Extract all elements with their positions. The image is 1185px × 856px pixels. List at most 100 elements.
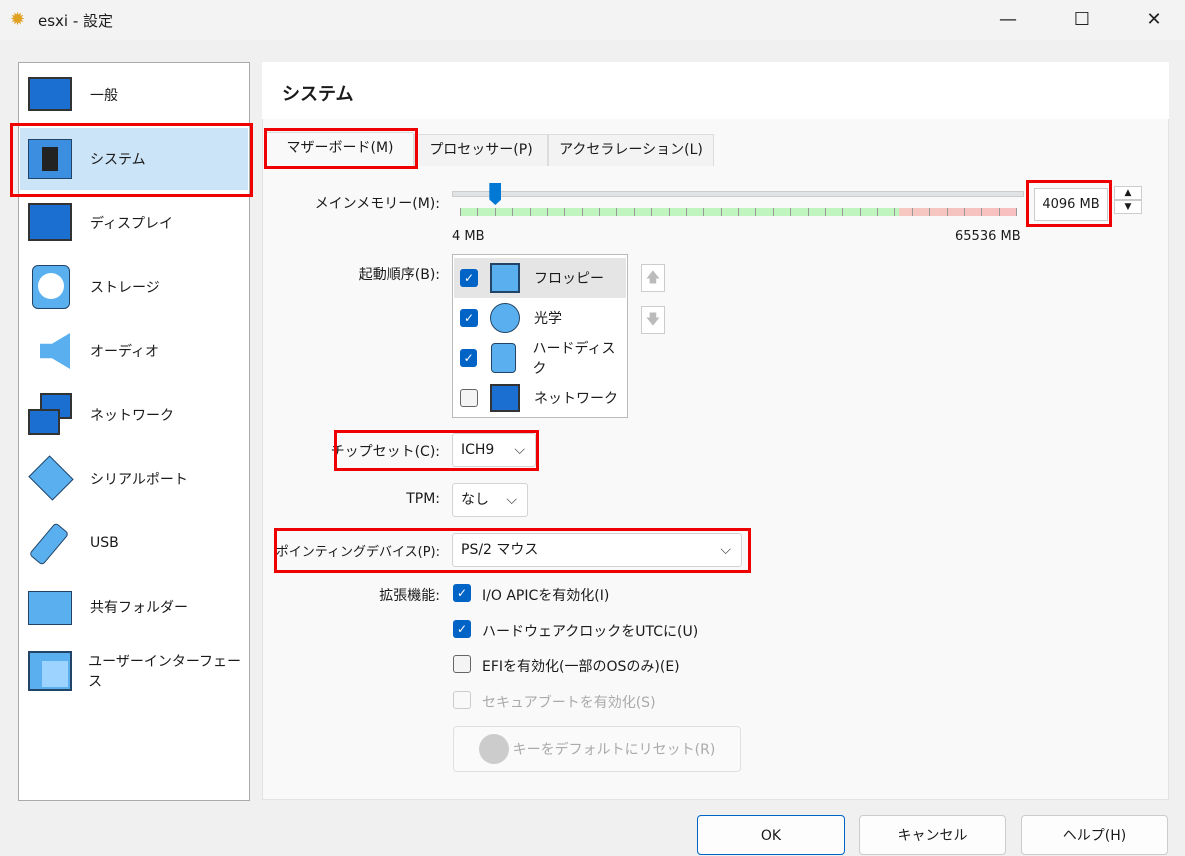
pointing-value: PS/2 マウス	[461, 542, 539, 558]
memory-up-button[interactable]: ▲	[1114, 186, 1142, 200]
slider-tick	[1016, 208, 1017, 216]
slider-tick	[703, 208, 705, 216]
sidebar-item-label: 共有フォルダー	[90, 600, 188, 616]
sidebar-item-shared-folders[interactable]: 共有フォルダー	[20, 576, 248, 638]
ui-icon	[26, 647, 72, 695]
secure-boot-checkbox	[453, 691, 471, 709]
slider-tick	[494, 208, 496, 216]
slider-tick	[616, 208, 618, 216]
slider-tick	[564, 208, 566, 216]
efi-checkbox[interactable]	[453, 655, 471, 673]
tpm-value: なし	[461, 492, 489, 508]
chevron-down-icon: ⌵	[506, 492, 517, 508]
boot-order-list[interactable]: ✓ フロッピー ✓ 光学 ✓ ハードディスク ネットワーク	[452, 254, 628, 418]
slider-tick	[963, 208, 965, 216]
slider-tick	[929, 208, 931, 216]
efi-label: EFIを有効化(一部のOSのみ)(E)	[482, 659, 680, 675]
slider-tick	[720, 208, 722, 216]
speaker-icon	[26, 327, 74, 375]
sidebar-item-label: USB	[90, 535, 119, 551]
memory-down-button[interactable]: ▼	[1114, 200, 1142, 214]
sidebar-item-label: ディスプレイ	[90, 216, 174, 232]
maximize-button[interactable]: ☐	[1062, 6, 1102, 34]
slider-tick	[529, 208, 531, 216]
slider-tick	[738, 208, 739, 216]
slider-tick	[651, 208, 653, 216]
extended-features-label: 拡張機能:	[379, 588, 440, 604]
checkbox[interactable]	[460, 389, 478, 407]
refresh-icon	[478, 734, 509, 764]
checkbox[interactable]: ✓	[460, 349, 478, 367]
slider-tick	[633, 208, 635, 216]
sidebar-item-network[interactable]: ネットワーク	[20, 384, 248, 446]
sidebar-item-display[interactable]: ディスプレイ	[20, 192, 248, 254]
slider-tick	[807, 208, 809, 216]
memory-slider-track[interactable]	[452, 191, 1024, 197]
sidebar-item-storage[interactable]: ストレージ	[20, 256, 248, 318]
boot-item-floppy[interactable]: ✓ フロッピー	[454, 258, 626, 298]
sidebar: 一般 システム ディスプレイ ストレージ オーディオ ネットワーク シリアルポー…	[18, 62, 250, 801]
cancel-button[interactable]: キャンセル	[859, 815, 1006, 855]
slider-tick	[824, 208, 826, 216]
io-apic-checkbox[interactable]: ✓	[453, 584, 471, 602]
network-icon	[490, 384, 520, 412]
reset-keys-label: キーをデフォルトにリセット(R)	[512, 742, 716, 758]
sidebar-item-usb[interactable]: USB	[20, 512, 248, 574]
memory-scale	[460, 208, 1017, 216]
sidebar-item-system[interactable]: システム	[20, 128, 248, 190]
ok-button[interactable]: OK	[697, 815, 845, 855]
boot-item-hard-disk[interactable]: ✓ ハードディスク	[454, 338, 626, 378]
window-title: esxi - 設定	[38, 12, 114, 30]
tab-motherboard[interactable]: マザーボード(M)	[266, 132, 414, 166]
minimize-button[interactable]: —	[988, 6, 1028, 34]
checkbox[interactable]: ✓	[460, 309, 478, 327]
slider-tick	[460, 208, 461, 216]
sidebar-item-label: ユーザーインターフェース	[88, 654, 242, 690]
sidebar-item-general[interactable]: 一般	[20, 64, 248, 126]
slider-tick	[668, 208, 670, 216]
chipset-value: ICH9	[461, 442, 495, 458]
pointing-device-select[interactable]: PS/2 マウス ⌵	[452, 533, 742, 567]
slider-tick	[581, 208, 583, 216]
boot-order-label: 起動順序(B):	[358, 267, 440, 283]
boot-item-label: ハードディスク	[532, 341, 616, 377]
reset-keys-button: キーをデフォルトにリセット(R)	[453, 726, 741, 772]
usb-icon	[26, 519, 74, 567]
memory-max: 65536 MB	[955, 229, 1021, 244]
help-button[interactable]: ヘルプ(H)	[1021, 815, 1168, 855]
tab-processor[interactable]: プロセッサー(P)	[414, 134, 548, 166]
move-down-button[interactable]: 🡇	[641, 306, 665, 334]
optical-disc-icon	[490, 303, 520, 333]
slider-tick	[981, 208, 983, 216]
boot-item-label: フロッピー	[534, 271, 604, 287]
chipset-select[interactable]: ICH9 ⌵	[452, 433, 536, 467]
utc-clock-label: ハードウェアクロックをUTCに(U)	[482, 624, 699, 640]
checkbox[interactable]: ✓	[460, 269, 478, 287]
boot-item-network[interactable]: ネットワーク	[454, 378, 626, 418]
utc-clock-checkbox[interactable]: ✓	[453, 620, 471, 638]
slider-tick	[877, 208, 878, 216]
slider-tick	[599, 208, 600, 216]
slider-tick	[790, 208, 792, 216]
tab-acceleration[interactable]: アクセラレーション(L)	[548, 134, 714, 166]
network-icon	[26, 391, 74, 439]
monitor-icon	[26, 71, 74, 119]
tpm-select[interactable]: なし ⌵	[452, 483, 528, 517]
boot-item-label: 光学	[534, 311, 562, 327]
gear-icon: ✹	[10, 9, 26, 30]
slider-tick	[842, 208, 844, 216]
slider-tick	[998, 208, 1000, 216]
memory-input[interactable]: 4096 MB	[1034, 188, 1108, 221]
move-up-button[interactable]: 🡅	[641, 264, 665, 292]
sidebar-item-label: システム	[90, 152, 146, 168]
sidebar-item-audio[interactable]: オーディオ	[20, 320, 248, 382]
slider-tick	[946, 208, 948, 216]
chevron-down-icon: ⌵	[514, 442, 525, 458]
boot-item-optical[interactable]: ✓ 光学	[454, 298, 626, 338]
sidebar-item-user-interface[interactable]: ユーザーインターフェース	[20, 640, 248, 702]
sidebar-item-label: 一般	[90, 88, 118, 104]
close-button[interactable]: ✕	[1134, 6, 1174, 34]
slider-tick	[477, 208, 479, 216]
sidebar-item-serial[interactable]: シリアルポート	[20, 448, 248, 510]
settings-panel	[262, 62, 1169, 800]
